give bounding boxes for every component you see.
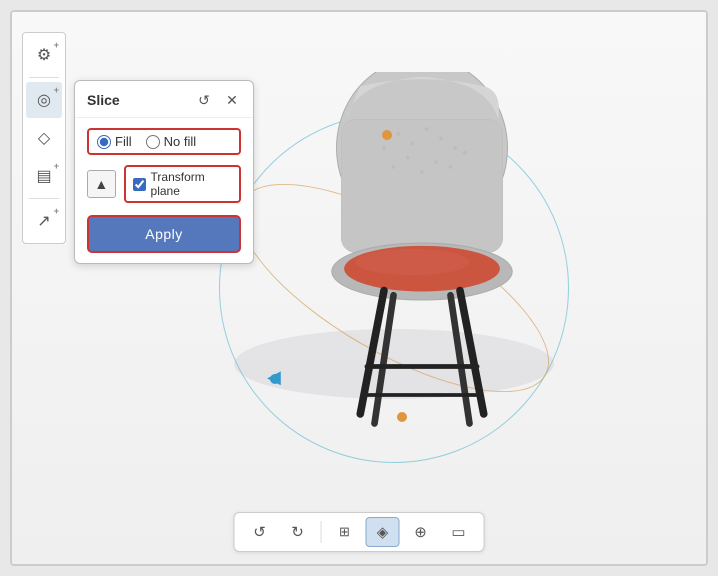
frame-btn[interactable]: ▭: [442, 517, 476, 547]
axis-dot-blue: [270, 374, 280, 384]
toolbar-btn-slice[interactable]: ◎ +: [26, 82, 62, 118]
main-window: ◀: [10, 10, 708, 566]
axis-dot-orange-top: [382, 130, 392, 140]
slice-panel-header: Slice ↺ ✕: [75, 81, 253, 118]
slice-panel: Slice ↺ ✕ Fill No fill: [74, 80, 254, 264]
toolbar-btn-geometry[interactable]: ◇: [26, 120, 62, 156]
sliders-icon: ⊞: [339, 524, 350, 540]
target-btn[interactable]: ⊕: [404, 517, 438, 547]
transform-plane-label: Transform plane: [151, 170, 232, 198]
reset-icon: ↺: [198, 92, 210, 109]
flip-icon: ▲: [94, 176, 108, 192]
slice-reset-btn[interactable]: ↺: [193, 89, 215, 111]
cube-icon: ◈: [377, 523, 389, 541]
transform-plane-checkbox[interactable]: [133, 178, 146, 191]
toolbar-btn-layers[interactable]: ▤ +: [26, 158, 62, 194]
plus-badge: +: [54, 40, 59, 50]
toolbar-btn-settings[interactable]: ⚙ +: [26, 37, 62, 73]
fill-radio-input[interactable]: [97, 135, 111, 149]
settings-icon: ⚙: [37, 45, 51, 65]
slice-header-icons: ↺ ✕: [193, 89, 243, 111]
no-fill-radio-option[interactable]: No fill: [146, 134, 197, 149]
undo-icon: ↺: [253, 523, 266, 541]
left-toolbar: ⚙ + ◎ + ◇ ▤ + ↗ +: [22, 32, 66, 244]
slice-icon: ◎: [37, 90, 51, 110]
axis-dot-orange-bottom: [397, 412, 407, 422]
cube-btn[interactable]: ◈: [366, 517, 400, 547]
no-fill-radio-label: No fill: [164, 134, 197, 149]
frame-icon: ▭: [451, 523, 465, 541]
undo-btn[interactable]: ↺: [243, 517, 277, 547]
target-icon: ⊕: [414, 523, 427, 541]
settings2-btn[interactable]: ⊞: [328, 517, 362, 547]
close-icon: ✕: [226, 92, 238, 109]
redo-icon: ↻: [291, 523, 304, 541]
fill-radio-option[interactable]: Fill: [97, 134, 132, 149]
slice-panel-body: Fill No fill ▲ Transform plane Apply: [75, 118, 253, 263]
slice-panel-title: Slice: [87, 92, 120, 108]
transform-row: ▲ Transform plane: [87, 165, 241, 203]
toolbar-btn-export[interactable]: ↗ +: [26, 203, 62, 239]
fill-radio-row: Fill No fill: [87, 128, 241, 155]
bottom-toolbar: ↺ ↻ ⊞ ◈ ⊕ ▭: [234, 512, 485, 552]
chair-model: [242, 32, 602, 492]
plus-badge-3: +: [54, 161, 59, 171]
toolbar-divider-1: [29, 77, 59, 78]
flip-arrow-btn[interactable]: ▲: [87, 170, 116, 198]
transform-plane-area: Transform plane: [124, 165, 241, 203]
layers-icon: ▤: [36, 166, 51, 186]
chair-svg: [272, 72, 572, 452]
redo-btn[interactable]: ↻: [281, 517, 315, 547]
plus-badge-2: +: [54, 85, 59, 95]
bottom-divider-1: [321, 521, 322, 543]
apply-button[interactable]: Apply: [87, 215, 241, 253]
export-icon: ↗: [37, 211, 50, 231]
no-fill-radio-input[interactable]: [146, 135, 160, 149]
plus-badge-4: +: [54, 206, 59, 216]
geometry-icon: ◇: [38, 128, 50, 148]
slice-close-btn[interactable]: ✕: [221, 89, 243, 111]
toolbar-divider-2: [29, 198, 59, 199]
fill-radio-label: Fill: [115, 134, 132, 149]
